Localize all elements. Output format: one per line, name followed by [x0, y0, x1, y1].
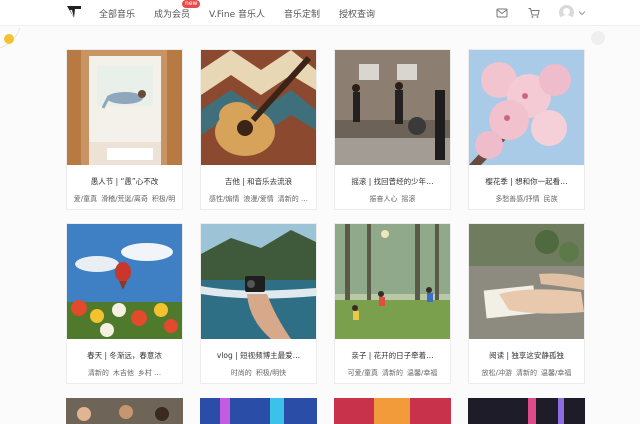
- tag[interactable]: 木吉他: [113, 369, 134, 377]
- card-title: 吉他 | 和音乐去流浪: [224, 177, 293, 186]
- card-title: 樱花季 | 想和你一起看…: [485, 177, 568, 186]
- tag[interactable]: 可爱/童真: [348, 369, 378, 377]
- user-avatar[interactable]: [559, 5, 574, 20]
- card-title: 摇滚 | 找回曾经的少年…: [351, 177, 434, 186]
- card-image-guitar: [201, 50, 316, 165]
- decoration-arc: [0, 27, 21, 49]
- tag[interactable]: 爱/童真: [74, 195, 97, 203]
- card-image-family-kids: [335, 224, 450, 339]
- card-image-partial[interactable]: [66, 398, 183, 424]
- card-title: 亲子 | 花开的日子牵着…: [351, 351, 434, 360]
- playlist-card[interactable]: 春天 | 冬渐远，春意浓 清新的 木吉他 乡村 …: [66, 223, 183, 384]
- card-tags: 多愁善感/抒情 民族: [469, 194, 584, 204]
- nav-become-member[interactable]: 成为会员 new: [154, 0, 201, 20]
- tag[interactable]: 民族: [544, 195, 558, 203]
- tag[interactable]: 积极/明快: [256, 369, 286, 377]
- tag[interactable]: 清新的 …: [278, 195, 308, 203]
- playlist-card[interactable]: 摇滚 | 找回曾经的少年… 振奋人心 摇滚: [334, 49, 451, 210]
- card-title: 愚人节 | “愚”心不改: [90, 177, 159, 186]
- tag[interactable]: 积极/明: [152, 195, 175, 203]
- tag[interactable]: 振奋人心: [370, 195, 398, 203]
- playlist-card[interactable]: vlog | 短视频博主最爱… 时尚的 积极/明快: [200, 223, 317, 384]
- tag[interactable]: 温馨/幸福: [407, 369, 437, 377]
- playlist-card[interactable]: 亲子 | 花开的日子牵着… 可爱/童真 清新的 温馨/幸福: [334, 223, 451, 384]
- card-tags: 放松/冲游 清新的 温馨/幸福: [469, 368, 584, 378]
- tag[interactable]: 感性/煽情: [209, 195, 239, 203]
- card-image-rock-band: [335, 50, 450, 165]
- playlist-card[interactable]: 吉他 | 和音乐去流浪 感性/煽情 浪漫/爱情 清新的 …: [200, 49, 317, 210]
- tag[interactable]: 清新的: [516, 369, 537, 377]
- card-tags: 爱/童真 滑稽/荒诞/离奇 积极/明: [67, 194, 182, 204]
- top-navigation-bar: 全部音乐 成为会员 new V.Fine 音乐人 音乐定制 授权查询: [0, 0, 640, 26]
- tag[interactable]: 清新的: [382, 369, 403, 377]
- header-actions: [495, 5, 586, 20]
- card-image-partial[interactable]: [334, 398, 451, 424]
- card-image-vlog-camera: [201, 224, 316, 339]
- tag[interactable]: 多愁善感/抒情: [495, 195, 539, 203]
- nav-all-music[interactable]: 全部音乐: [99, 7, 135, 20]
- decoration-circle: [591, 31, 605, 45]
- card-tags: 振奋人心 摇滚: [335, 194, 450, 204]
- card-image-aprilfools: [67, 50, 182, 165]
- card-image-partial[interactable]: [468, 398, 585, 424]
- card-image-reading: [469, 224, 584, 339]
- nav-license-query[interactable]: 授权查询: [339, 7, 375, 20]
- card-tags: 感性/煽情 浪漫/爱情 清新的 …: [201, 194, 316, 204]
- tag[interactable]: 滑稽/荒诞/离奇: [101, 195, 148, 203]
- playlist-card[interactable]: 樱花季 | 想和你一起看… 多愁善感/抒情 民族: [468, 49, 585, 210]
- card-title: 春天 | 冬渐远，春意浓: [87, 351, 162, 360]
- tag[interactable]: 放松/冲游: [482, 369, 512, 377]
- tag[interactable]: 摇滚: [402, 195, 416, 203]
- card-tags: 清新的 木吉他 乡村 …: [67, 368, 182, 378]
- vfine-logo-icon[interactable]: [66, 4, 82, 20]
- tag[interactable]: 温馨/幸福: [541, 369, 571, 377]
- card-image-cherry-blossom: [469, 50, 584, 165]
- card-tags: 可爱/童真 清新的 温馨/幸福: [335, 368, 450, 378]
- tag[interactable]: 浪漫/爱情: [243, 195, 273, 203]
- card-tags: 时尚的 积极/明快: [201, 368, 316, 378]
- card-title: 阅读 | 独享这安静孤独: [489, 351, 564, 360]
- tag[interactable]: 乡村 …: [138, 369, 161, 377]
- cart-icon[interactable]: [527, 6, 541, 20]
- tag[interactable]: 清新的: [88, 369, 109, 377]
- playlist-card[interactable]: 阅读 | 独享这安静孤独 放松/冲游 清新的 温馨/幸福: [468, 223, 585, 384]
- nav-vfine-musician[interactable]: V.Fine 音乐人: [209, 7, 265, 20]
- nav-music-custom[interactable]: 音乐定制: [284, 7, 320, 20]
- mail-icon[interactable]: [495, 6, 509, 20]
- chevron-down-icon[interactable]: [578, 9, 586, 17]
- card-image-partial[interactable]: [200, 398, 317, 424]
- tag[interactable]: 时尚的: [231, 369, 252, 377]
- card-title: vlog | 短视频博主最爱…: [216, 351, 301, 360]
- main-nav: 全部音乐 成为会员 new V.Fine 音乐人 音乐定制 授权查询: [99, 0, 394, 20]
- card-image-spring-tulips: [67, 224, 182, 339]
- playlist-card[interactable]: 愚人节 | “愚”心不改 爱/童真 滑稽/荒诞/离奇 积极/明: [66, 49, 183, 210]
- new-badge: new: [182, 0, 201, 8]
